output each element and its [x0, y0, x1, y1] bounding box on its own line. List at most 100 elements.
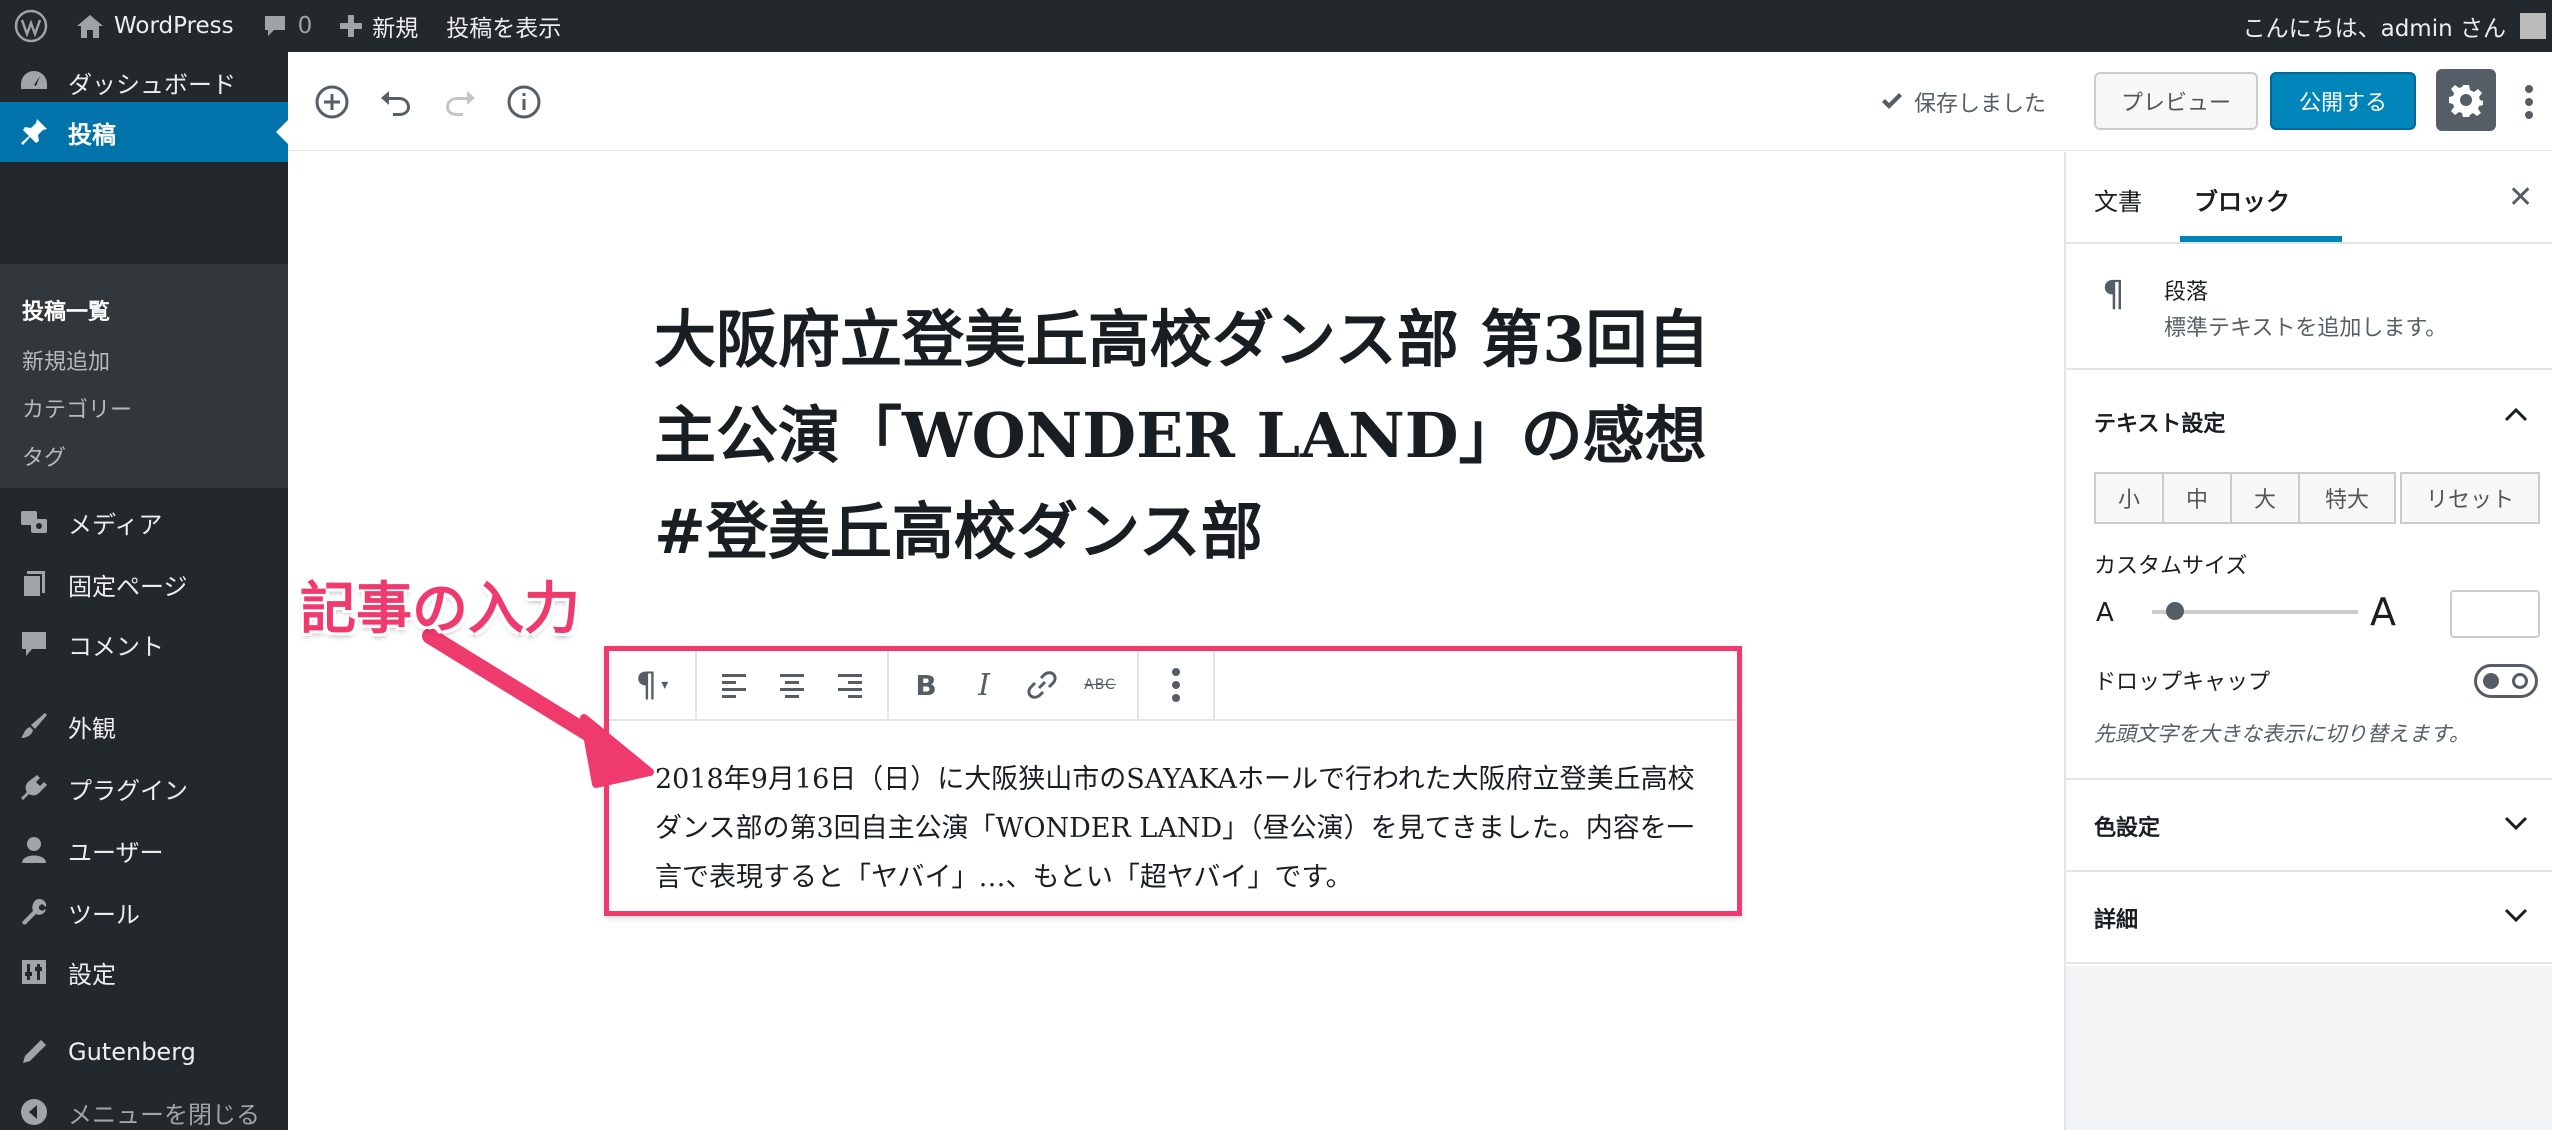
- comment-icon: [18, 628, 50, 660]
- home-icon: [76, 13, 104, 39]
- saved-state: 保存しました: [1880, 84, 2046, 120]
- align-left-button[interactable]: [705, 659, 763, 711]
- tab-document[interactable]: 文書: [2094, 182, 2142, 217]
- paragraph-block[interactable]: ¶ ▾ B I ABC 2018年9月16日（日）に大阪狭山市のSAYAKAホー…: [604, 646, 1742, 916]
- font-size-buttons: 小 中 大 特大 リセット: [2094, 472, 2540, 524]
- admin-menu: ダッシュボード 投稿 投稿一覧 新規追加 カテゴリー タグ メディア 固定ページ…: [0, 52, 288, 1130]
- bold-button[interactable]: B: [897, 659, 955, 711]
- add-block-button[interactable]: [312, 82, 352, 122]
- font-size-small-button[interactable]: 小: [2094, 472, 2164, 524]
- text-settings-title[interactable]: テキスト設定: [2094, 406, 2225, 438]
- font-size-medium-button[interactable]: 中: [2162, 472, 2232, 524]
- brush-icon: [18, 710, 50, 742]
- greeting-label: こんにちは、admin さん: [2242, 16, 2506, 42]
- menu-item-media[interactable]: メディア: [0, 492, 288, 552]
- redo-button[interactable]: [440, 82, 480, 122]
- link-icon: [1027, 670, 1057, 700]
- menu-item-plugins[interactable]: プラグイン: [0, 758, 288, 818]
- paragraph-text[interactable]: 2018年9月16日（日）に大阪狭山市のSAYAKAホールで行われた大阪府立登美…: [655, 755, 1715, 902]
- annotation-label: 記事の入力: [300, 577, 580, 642]
- menu-item-pages[interactable]: 固定ページ: [0, 554, 288, 614]
- comments-link[interactable]: 0: [248, 0, 327, 52]
- tab-block[interactable]: ブロック: [2194, 182, 2290, 217]
- chevron-up-icon[interactable]: [2504, 406, 2528, 426]
- close-icon[interactable]: ✕: [2508, 180, 2533, 215]
- advanced-title: 詳細: [2094, 908, 2139, 933]
- menu-label-media: メディア: [68, 510, 163, 539]
- italic-button[interactable]: I: [955, 659, 1013, 711]
- vertical-ellipsis-icon: [2525, 84, 2533, 120]
- strikethrough-button[interactable]: ABC: [1071, 659, 1129, 711]
- link-button[interactable]: [1013, 659, 1071, 711]
- settings-toggle-button[interactable]: [2436, 69, 2496, 131]
- media-icon: [18, 506, 50, 538]
- menu-item-gutenberg[interactable]: Gutenberg: [0, 1022, 288, 1082]
- user-icon: [18, 834, 50, 866]
- align-center-button[interactable]: [763, 659, 821, 711]
- publish-button[interactable]: 公開する: [2270, 72, 2416, 130]
- collapse-menu-button[interactable]: メニューを閉じる: [0, 1082, 288, 1142]
- format-group: B I ABC: [889, 651, 1139, 719]
- dropcap-toggle[interactable]: [2474, 664, 2538, 698]
- bold-icon: B: [915, 668, 937, 702]
- post-title[interactable]: 大阪府立登美丘高校ダンス部 第3回自主公演「WONDER LAND」の感想 #登…: [654, 292, 1714, 580]
- comments-count: 0: [297, 13, 313, 39]
- block-card: ¶ 段落 標準テキストを追加します。: [2066, 244, 2552, 370]
- new-label: 新規: [372, 16, 419, 42]
- advanced-panel[interactable]: 詳細: [2066, 874, 2552, 964]
- align-center-icon: [778, 672, 806, 698]
- pin-icon: [18, 116, 50, 148]
- menu-label-posts: 投稿: [68, 120, 116, 149]
- preview-button[interactable]: プレビュー: [2094, 72, 2258, 130]
- plugin-icon: [18, 772, 50, 804]
- block-description: 標準テキストを追加します。: [2164, 316, 2448, 341]
- block-more-options-button[interactable]: [1147, 659, 1205, 711]
- new-content-link[interactable]: 新規: [326, 0, 432, 52]
- info-button[interactable]: [504, 82, 544, 122]
- more-menu-button[interactable]: [2514, 78, 2544, 126]
- menu-item-tools[interactable]: ツール: [0, 882, 288, 942]
- site-name-link[interactable]: WordPress: [62, 0, 248, 52]
- italic-icon: I: [978, 667, 990, 703]
- page-icon: [18, 568, 50, 600]
- custom-size-input[interactable]: [2450, 590, 2540, 638]
- menu-item-posts[interactable]: 投稿: [0, 102, 288, 162]
- font-size-large-button[interactable]: 大: [2230, 472, 2300, 524]
- block-switcher-button[interactable]: ¶ ▾: [617, 659, 687, 711]
- site-name-label: WordPress: [114, 13, 234, 39]
- sidebar-empty-area: [2066, 966, 2552, 1130]
- menu-item-settings[interactable]: 設定: [0, 942, 288, 1002]
- align-left-icon: [720, 672, 748, 698]
- dropcap-help-text: 先頭文字を大きな表示に切り替えます。: [2094, 722, 2470, 746]
- menu-item-appearance[interactable]: 外観: [0, 696, 288, 756]
- submenu-add-new[interactable]: 新規追加: [22, 344, 110, 376]
- menu-label-plugins: プラグイン: [68, 776, 188, 805]
- menu-item-comments[interactable]: コメント: [0, 614, 288, 674]
- view-post-link[interactable]: 投稿を表示: [432, 0, 575, 52]
- active-tab-indicator: [2180, 236, 2342, 242]
- submenu-categories[interactable]: カテゴリー: [22, 392, 132, 424]
- my-account-link[interactable]: こんにちは、admin さん: [2229, 0, 2552, 52]
- pencil-icon: [18, 1036, 50, 1068]
- menu-label-tools: ツール: [68, 900, 140, 929]
- color-settings-panel[interactable]: 色設定: [2066, 782, 2552, 872]
- plus-circle-icon: [314, 84, 350, 120]
- menu-label-users: ユーザー: [68, 838, 164, 867]
- settings-sidebar: 文書 ブロック ✕ ¶ 段落 標準テキストを追加します。 テキスト設定 小 中 …: [2064, 152, 2552, 1130]
- saved-label: 保存しました: [1914, 92, 2047, 117]
- menu-label-gutenberg: Gutenberg: [68, 1038, 196, 1066]
- menu-label-comments: コメント: [68, 632, 164, 661]
- align-right-button[interactable]: [821, 659, 879, 711]
- view-post-label: 投稿を表示: [446, 16, 562, 42]
- slider-thumb[interactable]: [2166, 602, 2184, 620]
- caret-down-icon: ▾: [661, 677, 669, 693]
- submenu-all-posts[interactable]: 投稿一覧: [22, 294, 110, 326]
- submenu-tags[interactable]: タグ: [22, 440, 66, 472]
- wordpress-logo-icon[interactable]: [0, 0, 62, 52]
- font-size-reset-button[interactable]: リセット: [2400, 472, 2540, 524]
- font-size-huge-button[interactable]: 特大: [2298, 472, 2396, 524]
- undo-button[interactable]: [376, 82, 416, 122]
- wrench-icon: [18, 896, 50, 928]
- menu-item-users[interactable]: ユーザー: [0, 820, 288, 880]
- editor-header: 保存しました プレビュー 公開する: [288, 52, 2552, 151]
